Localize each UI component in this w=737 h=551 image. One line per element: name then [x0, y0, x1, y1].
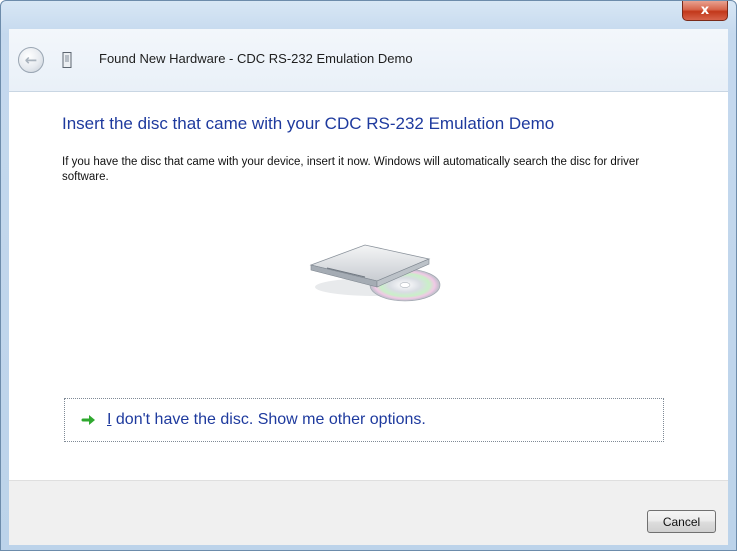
wizard-header: ← Found New Hardware - CDC RS-232 Emulat… [9, 29, 728, 92]
close-icon: x [700, 3, 710, 18]
back-button[interactable]: ← [18, 47, 44, 73]
instruction-text: If you have the disc that came with your… [62, 156, 640, 183]
no-disc-option-label: I don't have the disc. Show me other opt… [107, 411, 426, 429]
window-title: Found New Hardware - CDC RS-232 Emulatio… [99, 51, 413, 66]
found-new-hardware-window: x ← Found New Hardware - CDC RS-232 Emul… [0, 0, 737, 551]
option-label-rest: don't have the disc. Show me other optio… [111, 411, 426, 428]
disc-drive-icon [309, 244, 441, 302]
no-disc-option-link[interactable]: I don't have the disc. Show me other opt… [64, 398, 664, 442]
green-arrow-icon [81, 415, 95, 425]
back-arrow-icon: ← [24, 51, 38, 69]
wizard-footer: Cancel [9, 480, 728, 545]
cancel-button[interactable]: Cancel [647, 510, 716, 533]
wizard-content: Insert the disc that came with your CDC … [9, 92, 728, 480]
page-heading: Insert the disc that came with your CDC … [62, 114, 555, 133]
close-button[interactable]: x [682, 1, 728, 21]
usb-device-icon [62, 52, 72, 68]
